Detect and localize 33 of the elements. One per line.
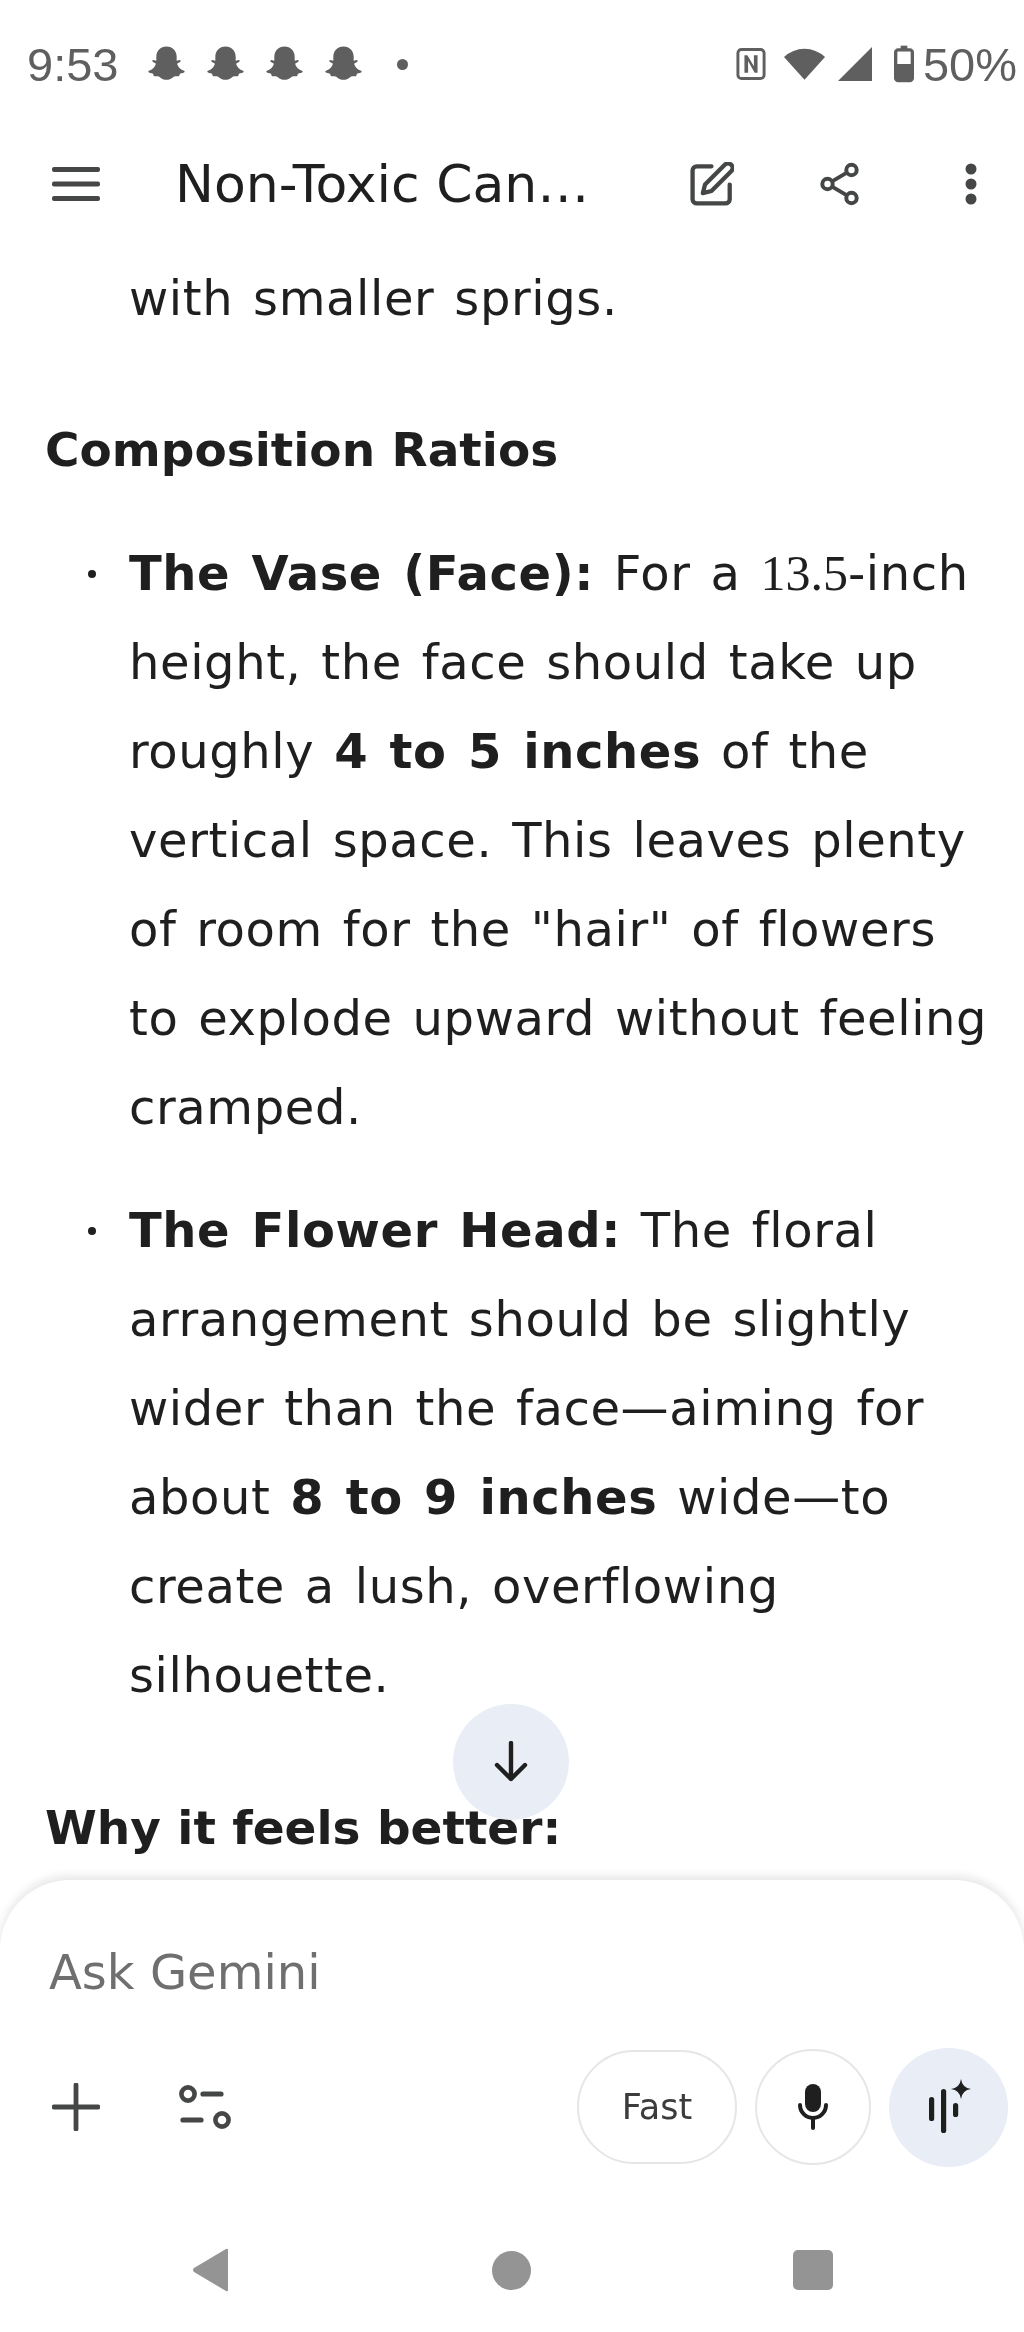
bullet-text: The Flower Head: The floral arrangement should be slightly wider than the face—aiming for about 8 to 9 inches wide—to create a lush, overflowing silhouette.: [129, 1201, 926, 1705]
bullet-text: The Vase (Face): For a 13.5-inch height, the face should take up roughly 4 to 5 inches of the vertical space. This leaves plenty of room for the "hair" of flowers to explode upward without feeling cramped.: [129, 544, 989, 1137]
status-time: 9:53: [27, 36, 119, 92]
arrow-down-icon: [494, 1741, 528, 1783]
prompt-field[interactable]: Ask Gemini: [49, 1942, 649, 2002]
section-heading: Composition Ratios: [45, 421, 560, 479]
ghost-icon: [325, 46, 363, 82]
bullet-icon: [88, 569, 96, 578]
edit-icon[interactable]: [690, 162, 734, 206]
share-icon[interactable]: [819, 162, 860, 206]
body-text: with smaller sprigs.: [129, 269, 619, 328]
menu-icon[interactable]: [52, 167, 100, 201]
recents-icon[interactable]: [792, 2250, 833, 2290]
plus-icon[interactable]: [52, 2083, 100, 2131]
back-icon[interactable]: [191, 2248, 230, 2292]
section-heading: Why it feels better:: [45, 1799, 563, 1857]
bullet-icon: [88, 1226, 96, 1235]
ghost-icon: [266, 46, 304, 82]
wifi-icon: [783, 48, 825, 80]
nfc-icon: [735, 48, 766, 80]
sparkle-bars-icon: [926, 2079, 971, 2135]
battery-icon: [893, 45, 914, 83]
signal-icon: [837, 47, 872, 81]
battery-percent: 50%: [922, 36, 1017, 92]
home-icon[interactable]: [491, 2250, 531, 2290]
sliders-icon[interactable]: [179, 2085, 231, 2129]
dot-icon: [397, 58, 409, 70]
mode-button[interactable]: Fast: [577, 2050, 737, 2164]
ghost-icon: [148, 46, 186, 82]
more-icon[interactable]: [965, 163, 977, 205]
mic-icon: [798, 2084, 828, 2130]
chat-title: Non-Toxic Can…: [175, 154, 590, 214]
ghost-icon: [207, 46, 245, 82]
